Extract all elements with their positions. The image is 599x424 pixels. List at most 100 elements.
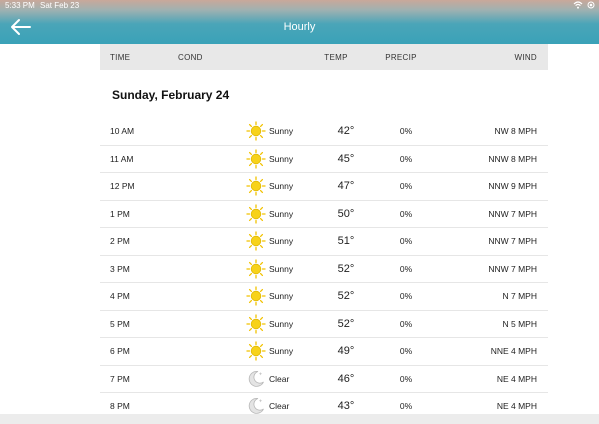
row-temp: 52° <box>337 290 355 303</box>
moon-icon <box>246 369 266 389</box>
row-temp: 46° <box>337 372 355 385</box>
row-cond-label: Sunny <box>269 126 294 137</box>
row-temp: 52° <box>337 262 355 275</box>
row-time: 3 PM <box>110 263 130 274</box>
row-precip: 0% <box>399 318 413 329</box>
row-wind: NE 4 MPH <box>496 401 537 412</box>
row-wind: NNW 7 MPH <box>488 263 537 274</box>
row-cond: Sunny <box>166 121 306 141</box>
row-time: 5 PM <box>110 318 130 329</box>
row-precip: 0% <box>399 236 413 247</box>
row-temp: 42° <box>337 125 355 138</box>
header-wind: WIND <box>514 52 537 62</box>
location-icon <box>587 1 595 11</box>
row-precip: 0% <box>399 291 413 302</box>
row-time: 1 PM <box>110 208 130 219</box>
day-heading: Sunday, February 24 <box>112 88 230 102</box>
row-cond-label: Sunny <box>269 263 294 274</box>
sun-icon <box>246 149 266 169</box>
header-cond: COND <box>178 52 203 62</box>
status-icons <box>573 1 595 11</box>
sun-icon <box>246 121 266 141</box>
sun-icon <box>246 286 266 306</box>
row-precip: 0% <box>399 263 413 274</box>
row-time: 7 PM <box>110 373 130 384</box>
app-header: 5:33 PM Sat Feb 23 Hourly <box>0 0 599 44</box>
row-precip: 0% <box>399 208 413 219</box>
sun-icon <box>246 259 266 279</box>
row-time: 2 PM <box>110 236 130 247</box>
table-row[interactable]: 7 PM Clear 46° 0% NE 4 MPH <box>100 366 548 393</box>
table-row[interactable]: 4 PM Sunny 52° 0% N 7 MPH <box>100 283 548 311</box>
row-cond-label: Clear <box>269 401 290 412</box>
sun-icon <box>246 314 266 334</box>
row-wind: NNW 8 MPH <box>488 153 537 164</box>
header-time: TIME <box>110 52 131 62</box>
row-wind: NE 4 MPH <box>496 373 537 384</box>
row-cond: Sunny <box>166 231 306 251</box>
row-cond-label: Sunny <box>269 208 294 219</box>
row-wind: NNW 9 MPH <box>488 181 537 192</box>
hourly-page: TIME COND TEMP PRECIP WIND Sunday, Febru… <box>0 44 599 424</box>
row-temp: 49° <box>337 345 355 358</box>
table-row[interactable]: 3 PM Sunny 52° 0% NNW 7 MPH <box>100 256 548 283</box>
row-wind: N 7 MPH <box>502 291 537 302</box>
row-cond-label: Sunny <box>269 181 294 192</box>
row-cond: Sunny <box>166 341 306 361</box>
row-precip: 0% <box>399 346 413 357</box>
row-cond-label: Sunny <box>269 318 294 329</box>
hourly-table[interactable]: TIME COND TEMP PRECIP WIND Sunday, Febru… <box>100 44 548 421</box>
row-time: 8 PM <box>110 401 130 412</box>
table-row[interactable]: 6 PM Sunny 49° 0% NNE 4 MPH <box>100 338 548 366</box>
header-precip: PRECIP <box>385 52 417 62</box>
row-time: 11 AM <box>110 153 134 164</box>
row-wind: NNE 4 MPH <box>490 346 537 357</box>
status-bar: 5:33 PM Sat Feb 23 <box>0 0 599 12</box>
table-header: TIME COND TEMP PRECIP WIND <box>100 44 548 70</box>
table-row[interactable]: 2 PM Sunny 51° 0% NNW 7 MPH <box>100 228 548 256</box>
sun-icon <box>246 341 266 361</box>
row-precip: 0% <box>399 181 413 192</box>
row-cond-label: Sunny <box>269 291 294 302</box>
row-temp: 47° <box>337 180 355 193</box>
row-temp: 43° <box>337 400 355 413</box>
row-precip: 0% <box>399 401 413 412</box>
row-temp: 50° <box>337 207 355 220</box>
table-row[interactable]: 1 PM Sunny 50° 0% NNW 7 MPH <box>100 201 548 228</box>
row-cond: Sunny <box>166 176 306 196</box>
row-temp: 51° <box>337 235 355 248</box>
row-temp: 45° <box>337 152 355 165</box>
status-date: Sat Feb 23 <box>40 1 80 10</box>
row-cond: Sunny <box>166 204 306 224</box>
table-row[interactable]: 11 AM Sunny 45° 0% NNW 8 MPH <box>100 146 548 173</box>
sun-icon <box>246 176 266 196</box>
table-row[interactable]: 12 PM Sunny 47° 0% NNW 9 MPH <box>100 173 548 201</box>
row-wind: NNW 7 MPH <box>488 208 537 219</box>
row-cond: Sunny <box>166 149 306 169</box>
row-time: 12 PM <box>110 181 135 192</box>
sun-icon <box>246 204 266 224</box>
table-row[interactable]: 5 PM Sunny 52° 0% N 5 MPH <box>100 311 548 338</box>
row-cond-label: Sunny <box>269 236 294 247</box>
row-wind: NW 8 MPH <box>494 126 538 137</box>
row-cond: Clear <box>166 369 306 389</box>
hour-rows: 10 AM Sunny 42° 0% NW 8 MPH 11 AM Sunny 45° 0% NN… <box>100 118 548 421</box>
status-time: 5:33 PM <box>5 1 35 10</box>
header-temp: TEMP <box>324 52 348 62</box>
row-time: 6 PM <box>110 346 130 357</box>
row-cond: Sunny <box>166 259 306 279</box>
row-cond-label: Clear <box>269 373 290 384</box>
row-cond: Sunny <box>166 314 306 334</box>
row-wind: NNW 7 MPH <box>488 236 537 247</box>
table-row[interactable]: 10 AM Sunny 42° 0% NW 8 MPH <box>100 118 548 146</box>
sun-icon <box>246 231 266 251</box>
wifi-icon <box>573 1 583 11</box>
row-cond-label: Sunny <box>269 346 294 357</box>
row-precip: 0% <box>399 373 413 384</box>
row-cond: Sunny <box>166 286 306 306</box>
row-wind: N 5 MPH <box>502 318 537 329</box>
row-precip: 0% <box>399 153 413 164</box>
page-title: Hourly <box>283 21 316 33</box>
row-time: 10 AM <box>110 126 135 137</box>
row-precip: 0% <box>399 126 413 137</box>
